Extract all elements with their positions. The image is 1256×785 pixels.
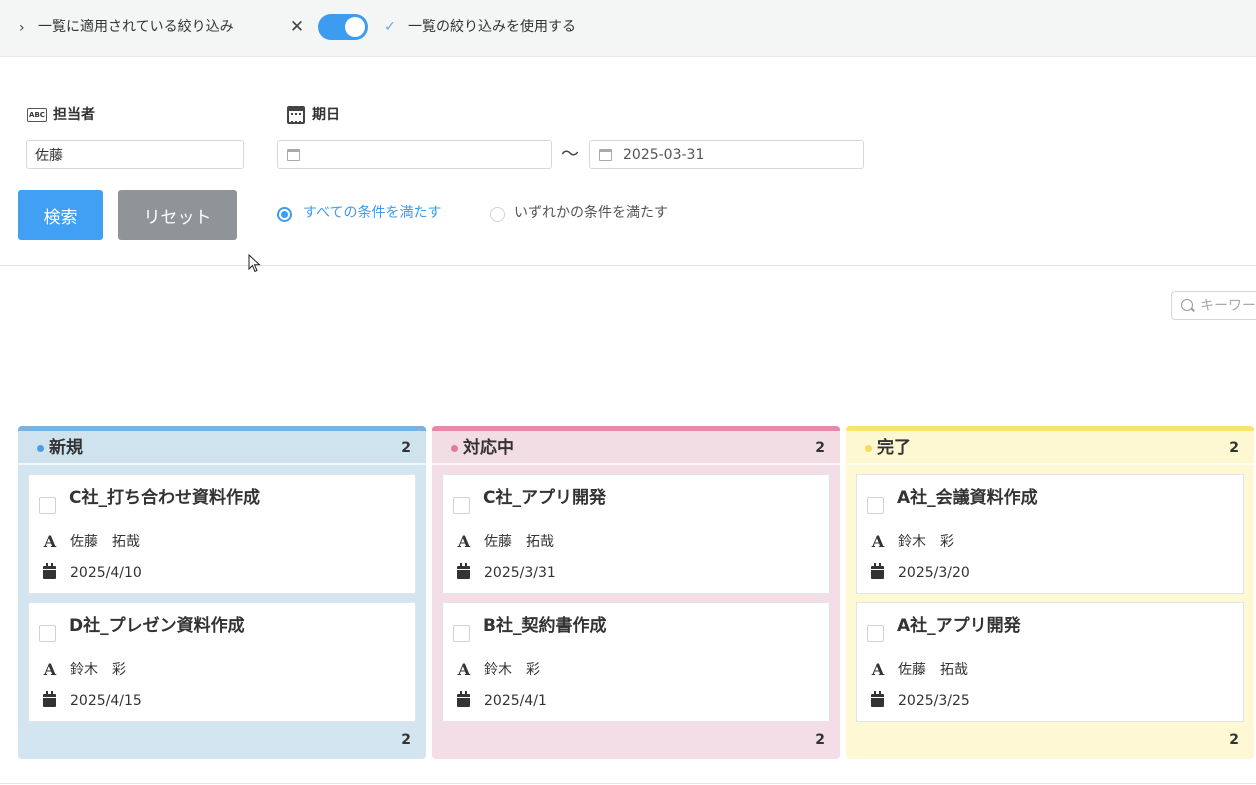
card-checkbox[interactable] <box>453 497 470 514</box>
card-due-date: 2025/4/10 <box>70 565 142 581</box>
date-from-input[interactable] <box>277 140 552 169</box>
kanban-column: 対応中 2 C社_アプリ開発 A 佐藤 拓哉 2025/3/31 B社_契約書作成 A 鈴木 彩… <box>432 426 840 759</box>
task-card[interactable]: C社_打ち合わせ資料作成 A 佐藤 拓哉 2025/4/10 <box>28 474 416 594</box>
card-checkbox[interactable] <box>39 625 56 642</box>
list-filter-toggle[interactable] <box>318 14 368 40</box>
calendar-icon <box>287 106 305 124</box>
chevron-right-icon[interactable]: › <box>19 19 33 37</box>
card-checkbox[interactable] <box>867 497 884 514</box>
search-icon <box>1181 299 1193 311</box>
card-checkbox[interactable] <box>39 497 56 514</box>
status-dot-icon <box>865 445 872 452</box>
card-assignee: 鈴木 彩 <box>898 534 954 550</box>
card-due-date: 2025/3/25 <box>898 693 970 709</box>
column-header: 対応中 2 <box>432 426 840 463</box>
match-all-radio[interactable] <box>277 207 292 222</box>
card-due-date: 2025/3/31 <box>484 565 556 581</box>
text-field-icon: A <box>43 660 57 679</box>
card-assignee: 鈴木 彩 <box>484 662 540 678</box>
task-card[interactable]: A社_会議資料作成 A 鈴木 彩 2025/3/20 <box>856 474 1244 594</box>
calendar-icon <box>871 563 884 579</box>
match-all-label[interactable]: すべての条件を満たす <box>303 203 441 223</box>
task-card[interactable]: B社_契約書作成 A 鈴木 彩 2025/4/1 <box>442 602 830 722</box>
column-count: 2 <box>815 440 825 456</box>
card-title[interactable]: D社_プレゼン資料作成 <box>69 614 245 638</box>
task-card[interactable]: D社_プレゼン資料作成 A 鈴木 彩 2025/4/15 <box>28 602 416 722</box>
use-list-filter-label: 一覧の絞り込みを使用する <box>408 19 576 35</box>
column-footer-count: 2 <box>1229 732 1239 748</box>
text-field-icon: A <box>43 532 57 551</box>
date-range-separator: 〜 <box>561 144 579 165</box>
card-title[interactable]: A社_アプリ開発 <box>897 614 1021 638</box>
card-assignee: 佐藤 拓哉 <box>484 534 554 550</box>
text-field-icon: A <box>871 660 885 679</box>
card-assignee: 鈴木 彩 <box>70 662 126 678</box>
column-header-separator <box>432 463 840 465</box>
card-title[interactable]: C社_アプリ開発 <box>483 486 606 510</box>
card-title[interactable]: A社_会議資料作成 <box>897 486 1038 510</box>
column-title: 完了 <box>877 438 911 458</box>
close-icon[interactable]: ✕ <box>288 16 306 38</box>
keyword-search-input[interactable] <box>1200 292 1256 319</box>
card-due-date: 2025/4/1 <box>484 693 547 709</box>
assignee-label: 担当者 <box>53 107 95 123</box>
applied-filters-label[interactable]: 一覧に適用されている絞り込み <box>38 17 234 37</box>
card-title[interactable]: B社_契約書作成 <box>483 614 606 638</box>
column-header-separator <box>18 463 426 465</box>
keyword-search[interactable] <box>1171 291 1256 320</box>
kanban-column: 新規 2 C社_打ち合わせ資料作成 A 佐藤 拓哉 2025/4/10 D社_プレゼン資料作… <box>18 426 426 759</box>
calendar-icon <box>43 691 56 707</box>
card-checkbox[interactable] <box>867 625 884 642</box>
card-title[interactable]: C社_打ち合わせ資料作成 <box>69 486 260 510</box>
section-divider <box>0 265 1256 266</box>
status-dot-icon <box>37 445 44 452</box>
column-title: 新規 <box>49 438 83 458</box>
column-header: 新規 2 <box>18 426 426 463</box>
due-date-label: 期日 <box>312 107 340 123</box>
column-count: 2 <box>1229 440 1239 456</box>
match-any-label[interactable]: いずれかの条件を満たす <box>514 203 668 223</box>
card-checkbox[interactable] <box>453 625 470 642</box>
text-field-icon: A <box>871 532 885 551</box>
card-assignee: 佐藤 拓哉 <box>70 534 140 550</box>
toggle-knob <box>345 17 365 37</box>
reset-button[interactable]: リセット <box>118 190 237 240</box>
calendar-icon <box>871 691 884 707</box>
check-icon: ✓ <box>384 19 396 35</box>
match-any-radio[interactable] <box>490 207 505 222</box>
card-assignee: 佐藤 拓哉 <box>898 662 968 678</box>
column-title: 対応中 <box>463 438 514 458</box>
assignee-input[interactable] <box>26 140 244 169</box>
column-header: 完了 2 <box>846 426 1254 463</box>
card-due-date: 2025/4/15 <box>70 693 142 709</box>
card-due-date: 2025/3/20 <box>898 565 970 581</box>
column-count: 2 <box>401 440 411 456</box>
calendar-icon <box>457 563 470 579</box>
column-header-separator <box>846 463 1254 465</box>
calendar-icon <box>457 691 470 707</box>
status-dot-icon <box>451 445 458 452</box>
task-card[interactable]: C社_アプリ開発 A 佐藤 拓哉 2025/3/31 <box>442 474 830 594</box>
column-footer-count: 2 <box>401 732 411 748</box>
text-field-icon: A <box>457 532 471 551</box>
text-field-icon: A <box>457 660 471 679</box>
date-to-input[interactable] <box>589 140 864 169</box>
column-footer-count: 2 <box>815 732 825 748</box>
task-card[interactable]: A社_アプリ開発 A 佐藤 拓哉 2025/3/25 <box>856 602 1244 722</box>
calendar-icon <box>43 563 56 579</box>
filter-bar: › 一覧に適用されている絞り込み ✕ ✓ 一覧の絞り込みを使用する <box>0 0 1256 57</box>
search-button[interactable]: 検索 <box>18 190 103 240</box>
mouse-cursor-icon <box>248 254 261 273</box>
text-field-icon: ABC <box>27 108 47 122</box>
bottom-divider <box>0 783 1256 784</box>
kanban-column: 完了 2 A社_会議資料作成 A 鈴木 彩 2025/3/20 A社_アプリ開発 A 佐藤 拓哉… <box>846 426 1254 759</box>
